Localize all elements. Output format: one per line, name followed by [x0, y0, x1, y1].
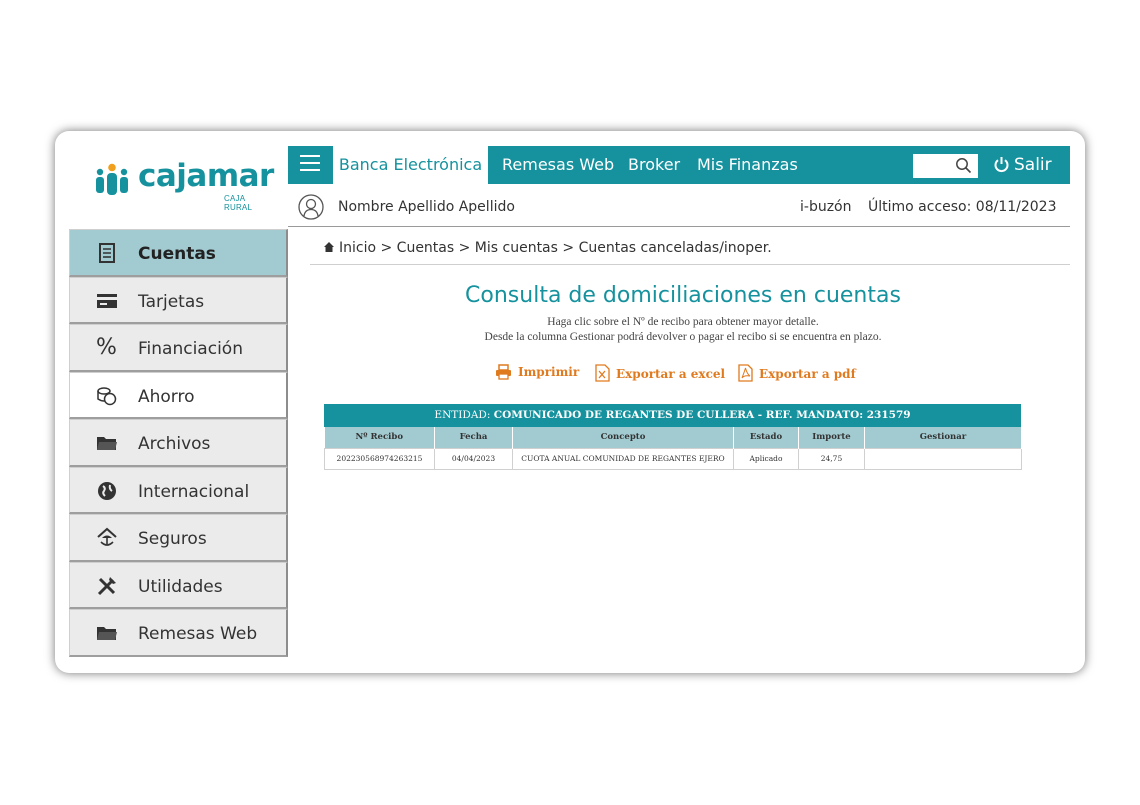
- sidebar-item-label: Internacional: [138, 481, 250, 502]
- sidebar-item-remesas-web[interactable]: Remesas Web: [69, 609, 288, 657]
- entity-name: COMUNICADO DE REGANTES DE CULLERA - REF.…: [493, 409, 911, 421]
- cell-concepto: CUOTA ANUAL COMUNIDAD DE REGANTES EJERO: [512, 447, 734, 470]
- col-gestionar: Gestionar: [864, 427, 1022, 448]
- col-fecha: Fecha: [434, 427, 513, 448]
- page-title: Consulta de domiciliaciones en cuentas: [465, 283, 901, 308]
- sidebar-item-cuentas[interactable]: Cuentas: [69, 229, 288, 277]
- coins-icon: [97, 386, 117, 405]
- table-entity-header: ENTIDAD: COMUNICADO DE REGANTES DE CULLE…: [324, 404, 1021, 427]
- breadcrumb: Inicio > Cuentas > Mis cuentas > Cuentas…: [323, 240, 772, 256]
- user-name: Nombre Apellido Apellido: [338, 199, 515, 215]
- nav-mis-finanzas[interactable]: Mis Finanzas: [697, 146, 798, 184]
- excel-file-icon: [595, 364, 610, 382]
- sidebar-item-label: Remesas Web: [138, 624, 258, 644]
- folder-icon: [97, 627, 117, 640]
- hamburger-menu-icon[interactable]: [300, 155, 320, 175]
- sidebar-item-financiacion[interactable]: % Financiación: [69, 324, 288, 372]
- sidebar-item-label: Financiación: [138, 339, 243, 359]
- globe-icon: [98, 481, 116, 500]
- export-pdf-button[interactable]: Exportar a pdf: [738, 364, 856, 382]
- user-avatar-icon[interactable]: [298, 194, 324, 220]
- last-access: Último acceso: 08/11/2023: [868, 199, 1057, 215]
- breadcrumb-divider: [310, 264, 1070, 265]
- sidebar-item-label: Tarjetas: [138, 291, 205, 312]
- tab-banca-electronica[interactable]: Banca Electrónica: [333, 146, 488, 184]
- nav-remesas-web[interactable]: Remesas Web: [502, 146, 614, 184]
- app-window: cajamar CAJA RURAL Banca Electrónica Rem…: [55, 131, 1085, 673]
- ibuzon-link[interactable]: i-buzón: [800, 199, 852, 215]
- brand-logo[interactable]: cajamar CAJA RURAL: [93, 158, 274, 212]
- sidebar: Cuentas Tarjetas % Financiación Ahorro A…: [69, 229, 288, 657]
- export-pdf-label: Exportar a pdf: [759, 367, 856, 381]
- logout-label: Salir: [1014, 155, 1052, 175]
- cell-importe: 24,75: [798, 447, 865, 470]
- folder-icon: [97, 437, 117, 450]
- sidebar-item-ahorro[interactable]: Ahorro: [69, 371, 288, 419]
- col-recibo: Nº Recibo: [324, 427, 435, 448]
- tools-icon: [97, 576, 116, 595]
- pdf-file-icon: [738, 364, 753, 382]
- people-logo-icon: [96, 163, 128, 195]
- table-row: 202230568974263215 04/04/2023 CUOTA ANUA…: [324, 447, 1022, 470]
- user-bar: Nombre Apellido Apellido i-buzón Último …: [288, 187, 1070, 227]
- print-label: Imprimir: [518, 365, 580, 379]
- sidebar-item-label: Cuentas: [138, 244, 216, 264]
- nav-broker[interactable]: Broker: [628, 146, 680, 184]
- cell-gestionar[interactable]: [864, 447, 1022, 470]
- table-header-row: Nº Recibo Fecha Concepto Estado Importe …: [324, 427, 1022, 448]
- sidebar-item-label: Ahorro: [138, 386, 195, 407]
- brand-subtitle: CAJA RURAL: [224, 194, 253, 212]
- export-excel-label: Exportar a excel: [616, 367, 726, 381]
- cell-estado: Aplicado: [733, 447, 799, 470]
- search-input[interactable]: [913, 154, 978, 178]
- help-text-2: Desde la columna Gestionar podrá devolve…: [484, 331, 882, 343]
- top-navigation: Banca Electrónica Remesas Web Broker Mis…: [288, 146, 1070, 184]
- ledger-icon: [99, 243, 115, 263]
- cell-recibo-link[interactable]: 202230568974263215: [324, 447, 435, 470]
- card-icon: [97, 293, 117, 308]
- col-estado: Estado: [733, 427, 799, 448]
- col-concepto: Concepto: [512, 427, 734, 448]
- brand-name: cajamar: [138, 158, 274, 194]
- sidebar-item-label: Seguros: [138, 529, 207, 549]
- power-icon: [994, 157, 1009, 172]
- breadcrumb-path[interactable]: Inicio > Cuentas > Mis cuentas > Cuentas…: [339, 240, 772, 256]
- help-text-1: Haga clic sobre el Nº de recibo para obt…: [547, 316, 819, 328]
- col-importe: Importe: [798, 427, 865, 448]
- sidebar-item-label: Utilidades: [138, 576, 223, 597]
- sidebar-item-utilidades[interactable]: Utilidades: [69, 561, 288, 609]
- export-excel-button[interactable]: Exportar a excel: [595, 364, 725, 382]
- sidebar-item-archivos[interactable]: Archivos: [69, 419, 288, 467]
- umbrella-house-icon: [97, 527, 117, 546]
- sidebar-item-internacional[interactable]: Internacional: [69, 466, 288, 514]
- sidebar-item-seguros[interactable]: Seguros: [69, 514, 288, 562]
- sidebar-item-label: Archivos: [138, 434, 211, 454]
- home-icon[interactable]: [323, 241, 335, 253]
- receipts-table: ENTIDAD: COMUNICADO DE REGANTES DE CULLE…: [324, 404, 1022, 470]
- search-icon[interactable]: [955, 157, 972, 174]
- logout-button[interactable]: Salir: [993, 146, 1052, 184]
- printer-icon: [496, 364, 511, 380]
- print-button[interactable]: Imprimir: [495, 364, 579, 380]
- sidebar-item-tarjetas[interactable]: Tarjetas: [69, 276, 288, 324]
- entity-prefix: ENTIDAD:: [434, 409, 491, 421]
- percent-icon: %: [96, 335, 117, 360]
- cell-fecha: 04/04/2023: [434, 447, 513, 470]
